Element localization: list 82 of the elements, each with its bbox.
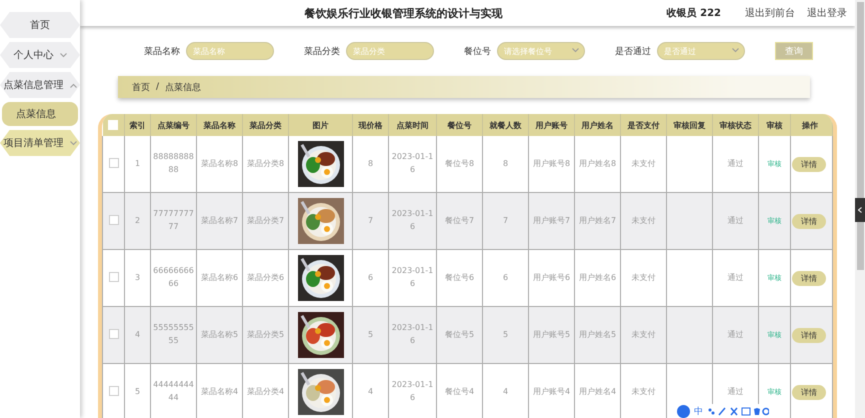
table-cell: 菜品名称7 — [196, 192, 242, 250]
table-cell: 餐位号5 — [436, 306, 482, 364]
table-cell: 4 — [124, 306, 150, 364]
details-button[interactable]: 详情 — [792, 214, 826, 228]
details-button[interactable]: 详情 — [792, 328, 826, 342]
ime-tools-icon[interactable] — [707, 406, 769, 416]
field-label: 是否通过 — [615, 46, 651, 58]
column-header: 餐位号 — [436, 114, 482, 136]
table-cell: 2023-01-16 — [388, 306, 436, 364]
column-header: 审核回复 — [666, 114, 712, 136]
field-label: 餐位号 — [464, 46, 491, 58]
table-cell: 未支付 — [620, 306, 666, 364]
table-cell: 5555555555 — [150, 306, 196, 364]
select-field[interactable]: 是否通过 — [657, 42, 745, 60]
sidebar-item[interactable]: 项目清单管理 — [0, 130, 80, 156]
table-cell: 未支付 — [620, 192, 666, 250]
column-header: 点菜编号 — [150, 114, 196, 136]
table-cell: 用户账号7 — [528, 192, 574, 250]
app-title: 餐饮娱乐行业收银管理系统的设计与实现 — [303, 6, 504, 20]
table-cell: 4444444444 — [150, 364, 196, 418]
ime-logo-icon — [677, 404, 690, 418]
table-cell: 5 — [352, 306, 388, 364]
sidebar-item[interactable]: 点菜信息管理 — [0, 72, 80, 98]
checkbox[interactable] — [108, 386, 118, 396]
chevron-icon — [60, 52, 66, 58]
sidebar-subitem[interactable]: 点菜信息 — [2, 102, 78, 126]
collapse-tab[interactable] — [855, 198, 865, 222]
table-cell: 餐位号7 — [436, 192, 482, 250]
column-header: 用户账号 — [528, 114, 574, 136]
chevron-icon — [858, 207, 862, 213]
table-cell: 7 — [352, 192, 388, 250]
table-cell: 通过 — [712, 306, 758, 364]
table-cell: 7777777777 — [150, 192, 196, 250]
checkbox[interactable] — [108, 158, 118, 168]
checkbox[interactable] — [108, 215, 118, 226]
header-link[interactable]: 退出到前台 — [745, 6, 795, 20]
table-cell: 5 — [482, 306, 528, 364]
table-cell: 2 — [124, 192, 150, 250]
breadcrumb-link[interactable]: 首页 — [132, 80, 150, 94]
select-field[interactable]: 请选择餐位号 — [497, 42, 585, 60]
scrollbar-thumb[interactable] — [856, 2, 864, 270]
chevron-icon — [732, 48, 739, 53]
column-header: 操作 — [790, 114, 832, 136]
column-header: 用户姓名 — [574, 114, 620, 136]
user-label: 收银员 222 — [666, 6, 721, 20]
details-button[interactable]: 详情 — [792, 270, 826, 286]
ime-mode[interactable]: 中 — [694, 404, 703, 418]
column-header: 图片 — [288, 114, 352, 136]
breadcrumb-separator: / — [156, 82, 160, 92]
column-header: 索引 — [124, 114, 150, 136]
input-field[interactable]: 菜品名称 — [186, 42, 274, 60]
column-header: 点菜时间 — [388, 114, 436, 136]
table-cell: 通过 — [712, 192, 758, 250]
sidebar-item[interactable]: 个人中心 — [0, 42, 80, 68]
column-header: 菜品分类 — [242, 114, 288, 136]
column-header: 就餐人数 — [482, 114, 528, 136]
breadcrumb-link[interactable]: 点菜信息 — [165, 80, 202, 94]
column-header: 菜品名称 — [196, 114, 242, 136]
chevron-icon — [572, 48, 579, 53]
column-header: 审核状态 — [712, 114, 758, 136]
details-button[interactable]: 详情 — [792, 384, 826, 400]
table-cell: 用户姓名5 — [574, 306, 620, 364]
checkbox[interactable] — [108, 272, 118, 282]
table-cell: 菜品分类5 — [242, 306, 288, 364]
column-header: 审核 — [758, 114, 790, 136]
column-header: 是否支付 — [620, 114, 666, 136]
column-header: 现价格 — [352, 114, 388, 136]
chevron-icon — [70, 140, 76, 146]
chevron-icon — [70, 82, 76, 88]
table-cell: 7 — [482, 192, 528, 250]
table-cell: 2023-01-16 — [388, 192, 436, 250]
header-link[interactable]: 退出登录 — [807, 6, 847, 20]
table-cell: 菜品名称5 — [196, 306, 242, 364]
field-label: 菜品分类 — [304, 46, 340, 58]
table-cell: 菜品分类7 — [242, 192, 288, 250]
table-cell: 用户账号5 — [528, 306, 574, 364]
sidebar-item[interactable]: 首页 — [0, 12, 80, 38]
input-field[interactable]: 菜品分类 — [346, 42, 434, 60]
checkbox[interactable] — [108, 329, 118, 340]
table-cell: 用户姓名7 — [574, 192, 620, 250]
field-label: 菜品名称 — [144, 46, 180, 58]
details-button[interactable]: 详情 — [792, 156, 826, 172]
